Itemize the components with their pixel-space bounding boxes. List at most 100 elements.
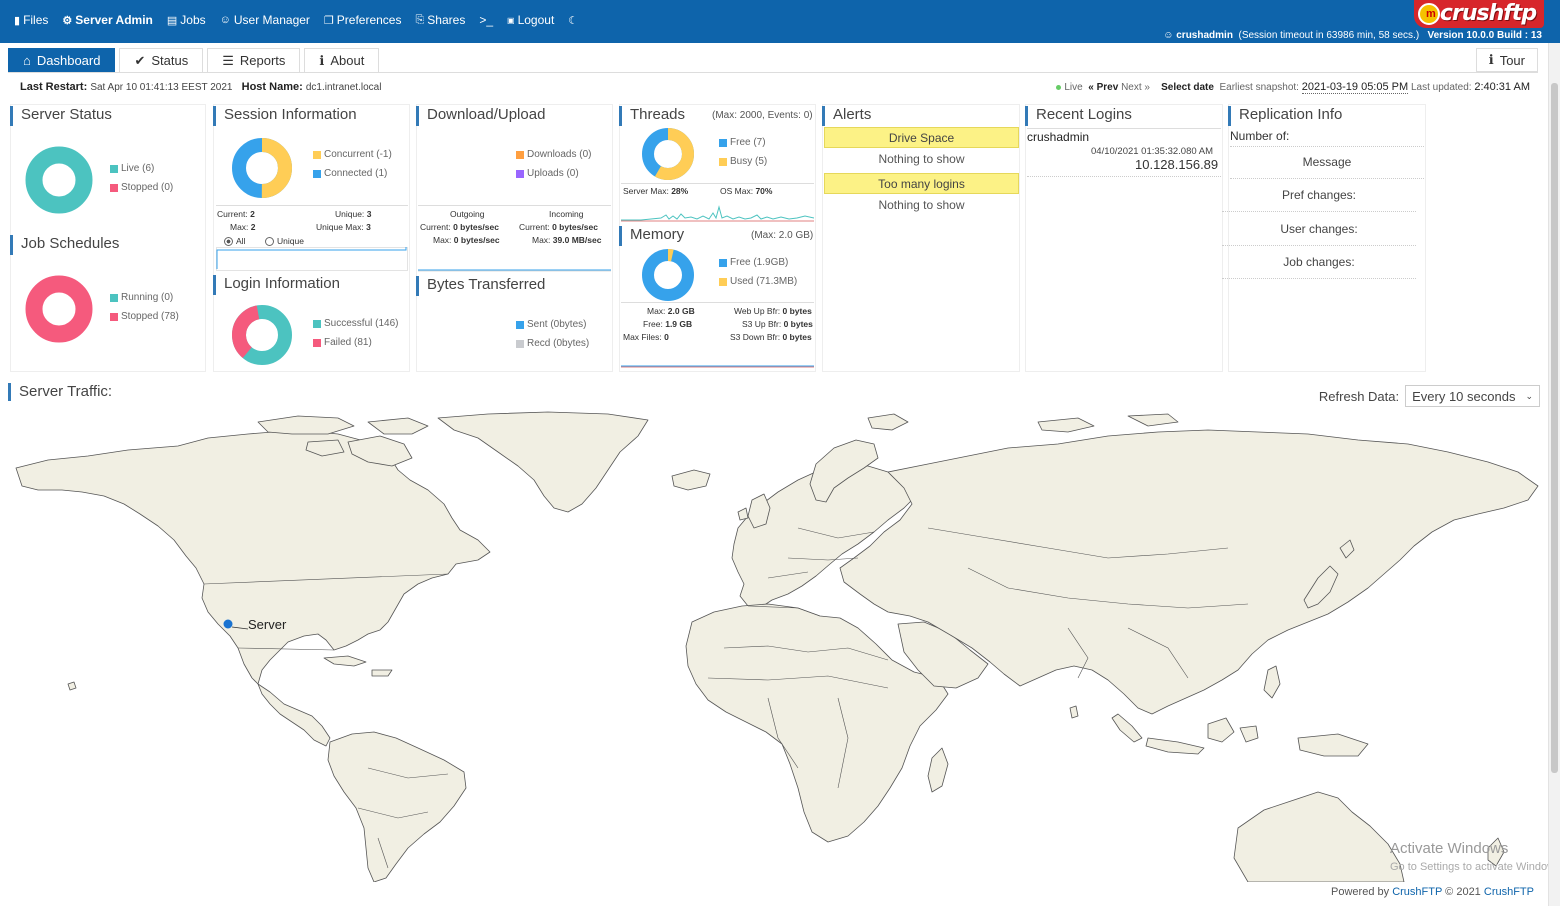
- tab-reports[interactable]: ☰ Reports: [207, 48, 301, 72]
- legend-stopped-jobs[interactable]: Stopped (78): [110, 307, 179, 326]
- session-sparkline: [216, 247, 408, 271]
- select-date-button[interactable]: Select date: [1161, 82, 1214, 93]
- in-current: Current: 0 bytes/sec: [519, 222, 598, 232]
- north-america: [15, 429, 491, 685]
- out-current: Current: 0 bytes/sec: [420, 222, 499, 232]
- nav-jobs[interactable]: ▤ Jobs: [167, 13, 206, 27]
- legend-threads-free[interactable]: Free (7): [719, 133, 767, 152]
- legend-failed[interactable]: Failed (81): [313, 333, 398, 352]
- threads-os-max: OS Max: 70%: [720, 186, 773, 196]
- alert-too-many-logins-body: Nothing to show: [878, 198, 965, 212]
- nav-preferences[interactable]: ❐ Preferences: [324, 13, 402, 27]
- legend-connected[interactable]: Connected (1): [313, 164, 392, 183]
- legend-stopped[interactable]: Stopped (0): [110, 178, 173, 197]
- legend-live[interactable]: Live (6): [110, 159, 173, 178]
- top-nav-bar: ▮ Files ⚙ Server Admin ▤ Jobs ☺ User Manager…: [0, 0, 1560, 43]
- refresh-interval-select[interactable]: Every 10 seconds ⌄: [1405, 385, 1540, 407]
- session-current: Current: 2: [217, 209, 255, 219]
- out-max: Max: 0 bytes/sec: [433, 235, 500, 245]
- threads-legend: Free (7) Busy (5): [719, 133, 767, 171]
- legend-running[interactable]: Running (0): [110, 288, 179, 307]
- nav-terminal[interactable]: >_: [479, 13, 493, 27]
- user-session-line: ☺ crushadmin (Session timeout in 63986 m…: [1163, 30, 1542, 41]
- live-dot-icon: [1056, 84, 1062, 90]
- recent-login-time: 04/10/2021 01:35:32.080 AM: [1091, 146, 1214, 157]
- nav-files[interactable]: ▮ Files: [14, 13, 48, 27]
- memory-sparkline: [621, 365, 814, 368]
- footer-crushftp-link-2[interactable]: CrushFTP: [1484, 886, 1534, 898]
- scrollbar-thumb[interactable]: [1551, 83, 1558, 773]
- tab-about[interactable]: ℹ About: [304, 48, 380, 72]
- tab-divider: [8, 72, 1538, 73]
- nav-shares[interactable]: ⎘ Shares: [415, 13, 465, 27]
- footer: Powered by CrushFTP © 2021 CrushFTP: [1331, 886, 1534, 898]
- dashboard-tabs: ⌂ Dashboard ✔ Status ☰ Reports ℹ About: [8, 48, 380, 72]
- legend-downloads[interactable]: Downloads (0): [516, 145, 591, 164]
- lock-icon: ▣: [507, 15, 515, 25]
- chevron-down-icon: ⌄: [1525, 390, 1533, 401]
- live-link[interactable]: Live: [1064, 82, 1082, 93]
- download-sparkline: [418, 269, 611, 272]
- legend-uploads[interactable]: Uploads (0): [516, 164, 591, 183]
- tab-status[interactable]: ✔ Status: [119, 48, 204, 72]
- legend-threads-busy[interactable]: Busy (5): [719, 152, 767, 171]
- radio-unique[interactable]: Unique: [265, 236, 304, 246]
- username: crushadmin: [1176, 30, 1233, 41]
- server-status-legend: Live (6) Stopped (0): [110, 159, 173, 197]
- memory-title: Memory: [619, 226, 684, 246]
- job-schedules-legend: Running (0) Stopped (78): [110, 288, 179, 326]
- central-america: [257, 683, 331, 747]
- earliest-snapshot-label: Earliest snapshot:: [1219, 82, 1299, 93]
- legend-memory-used[interactable]: Used (71.3MB): [719, 272, 797, 291]
- legend-concurrent[interactable]: Concurrent (-1): [313, 145, 392, 164]
- tab-dashboard[interactable]: ⌂ Dashboard: [8, 48, 116, 72]
- memory-max-value: Max: 2.0 GB: [647, 306, 695, 316]
- terminal-icon: >_: [479, 13, 494, 27]
- session-legend: Concurrent (-1) Connected (1): [313, 145, 392, 183]
- login-legend: Successful (146) Failed (81): [313, 314, 398, 352]
- replication-pref-changes: Pref changes:: [1222, 179, 1416, 212]
- server-marker-icon: [223, 619, 233, 629]
- activate-windows-watermark: Activate Windows: [1390, 840, 1509, 857]
- main-nav: ▮ Files ⚙ Server Admin ▤ Jobs ☺ User Manager…: [14, 13, 578, 27]
- legend-memory-free[interactable]: Free (1.9GB): [719, 253, 797, 272]
- footer-crushftp-link[interactable]: CrushFTP: [1392, 886, 1442, 898]
- memory-max: (Max: 2.0 GB): [751, 230, 814, 241]
- nav-server-admin[interactable]: ⚙ Server Admin: [62, 13, 152, 27]
- host-name-value: dc1.intranet.local: [305, 82, 382, 93]
- server-info-bar: Last Restart: Sat Apr 10 01:41:13 EEST 2…: [20, 81, 381, 93]
- earliest-snapshot-value[interactable]: 2021-03-19 05:05 PM: [1301, 81, 1409, 94]
- replication-user-changes: User changes:: [1222, 213, 1416, 246]
- gear-icon: ⚙: [62, 14, 73, 27]
- nav-logout[interactable]: ▣ Logout: [507, 13, 554, 27]
- radio-all[interactable]: All: [224, 236, 245, 246]
- preferences-icon: ❐: [323, 14, 334, 27]
- server-status-title: Server Status: [10, 106, 112, 126]
- memory-legend: Free (1.9GB) Used (71.3MB): [719, 253, 797, 291]
- nav-theme-toggle[interactable]: ☾: [568, 13, 578, 27]
- logo-text: crushftp: [1439, 1, 1537, 26]
- next-link[interactable]: Next »: [1121, 82, 1150, 93]
- alert-drive-space[interactable]: Drive Space: [824, 127, 1019, 148]
- replication-title: Replication Info: [1228, 106, 1342, 126]
- legend-successful[interactable]: Successful (146): [313, 314, 398, 333]
- server-status-donut: [25, 146, 93, 214]
- activate-windows-hint: Go to Settings to activate Windows.: [1390, 861, 1560, 873]
- session-unique: Unique: 3: [335, 209, 372, 219]
- shares-icon: ⎘: [415, 13, 425, 26]
- user-icon: ☺: [219, 14, 231, 26]
- session-max: Max: 2: [230, 222, 256, 232]
- prev-link[interactable]: « Prev: [1088, 82, 1118, 93]
- download-title: Download/Upload: [416, 106, 545, 126]
- south-america: [327, 731, 467, 882]
- tour-button[interactable]: ℹ Tour: [1475, 48, 1538, 72]
- nav-user-manager[interactable]: ☺ User Manager: [220, 13, 310, 27]
- page-scrollbar[interactable]: [1548, 43, 1560, 906]
- job-schedules-donut: [25, 275, 93, 343]
- legend-recd[interactable]: Recd (0bytes): [516, 334, 589, 353]
- download-legend: Downloads (0) Uploads (0): [516, 145, 591, 183]
- alert-too-many-logins[interactable]: Too many logins: [824, 173, 1019, 194]
- threads-donut: [642, 128, 694, 180]
- legend-sent[interactable]: Sent (0bytes): [516, 315, 589, 334]
- job-schedules-stopped-slice: [25, 275, 93, 343]
